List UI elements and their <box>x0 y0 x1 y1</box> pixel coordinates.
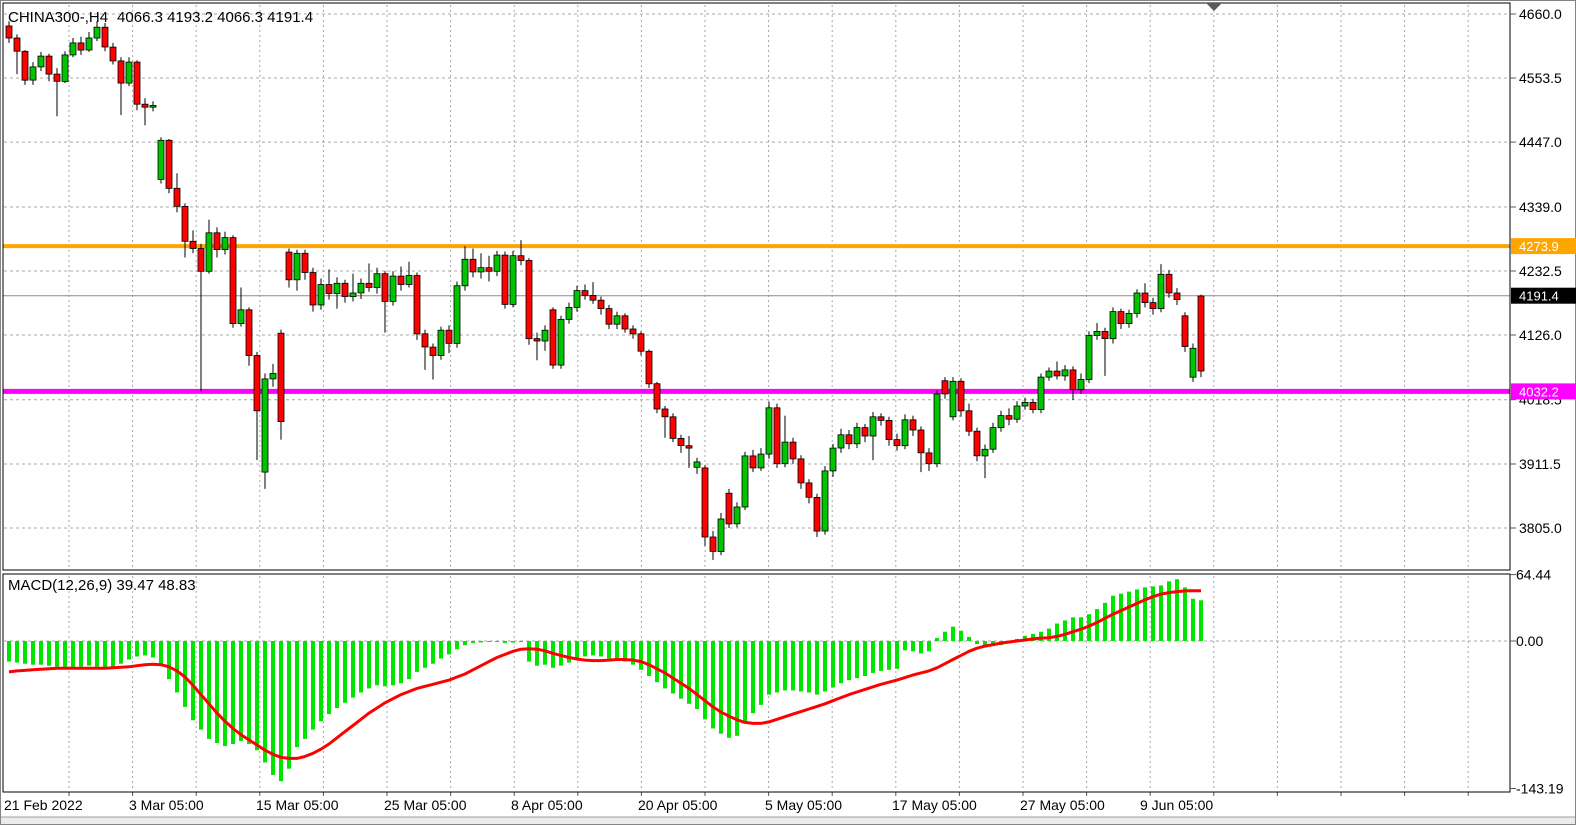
time-axis-scale[interactable] <box>3 793 1510 816</box>
trading-chart: 4660.04553.54447.04339.04232.54126.04018… <box>0 0 1576 825</box>
macd-indicator-area[interactable] <box>3 574 1510 792</box>
mt4-chart-window: 4660.04553.54447.04339.04232.54126.04018… <box>0 0 1576 825</box>
price-axis-scale[interactable] <box>1511 3 1575 792</box>
price-chart-area[interactable] <box>3 3 1510 570</box>
window-bottom-edge <box>0 817 1576 825</box>
